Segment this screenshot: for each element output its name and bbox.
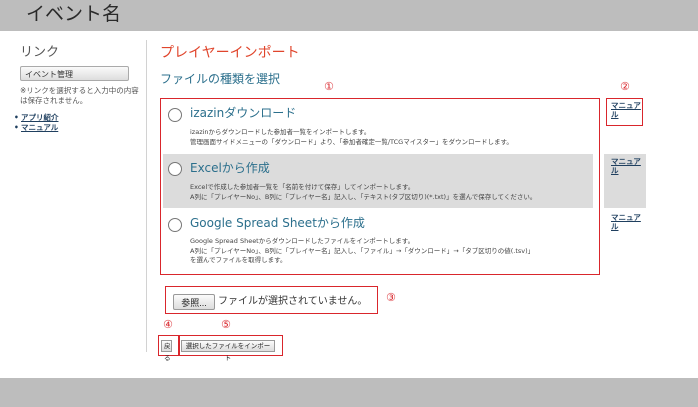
browse-button[interactable]: 参照... — [173, 294, 215, 310]
callout-2: ② — [620, 80, 630, 93]
manual-link-google-sheet[interactable]: マニュアル — [611, 213, 643, 231]
annotation-box-manual — [606, 98, 643, 126]
manual-link[interactable]: マニュアル — [21, 123, 58, 132]
sidebar-note: ※リンクを選択すると入力中の内容は保存されません。 — [20, 86, 139, 105]
event-management-button[interactable]: イベント管理 — [20, 66, 129, 81]
import-button[interactable]: 選択したファイルをインポート — [181, 340, 275, 362]
callout-5: ⑤ — [221, 318, 231, 331]
bullet-icon: • — [14, 113, 19, 122]
app-title: イベント名 — [26, 3, 122, 25]
annotation-box-options — [160, 98, 600, 275]
callout-3: ③ — [386, 291, 396, 304]
header-bar: イベント名 — [0, 0, 698, 31]
sidebar-links: • アプリ紹介 • マニュアル — [14, 113, 59, 133]
sidebar-link-item: • アプリ紹介 — [14, 113, 59, 123]
manual-link-excel[interactable]: マニュアル — [611, 157, 643, 175]
app-intro-link[interactable]: アプリ紹介 — [21, 113, 59, 122]
sidebar: リンク イベント管理 ※リンクを選択すると入力中の内容は保存されません。 • アプ… — [0, 31, 146, 378]
sidebar-divider — [146, 40, 147, 352]
bullet-icon: • — [14, 123, 19, 132]
sidebar-link-item: • マニュアル — [14, 123, 59, 133]
section-title: ファイルの種類を選択 — [160, 72, 281, 86]
manual-cell: マニュアル — [604, 154, 646, 208]
file-status-text: ファイルが選択されていません。 — [218, 296, 368, 307]
callout-1: ① — [324, 80, 334, 93]
manual-cell: マニュアル — [604, 211, 646, 231]
callout-4: ④ — [163, 318, 173, 331]
page-title: プレイヤーインポート — [160, 45, 300, 61]
footer-bar — [0, 378, 698, 407]
back-button[interactable]: 戻る — [161, 340, 172, 362]
sidebar-title: リンク — [20, 45, 60, 60]
